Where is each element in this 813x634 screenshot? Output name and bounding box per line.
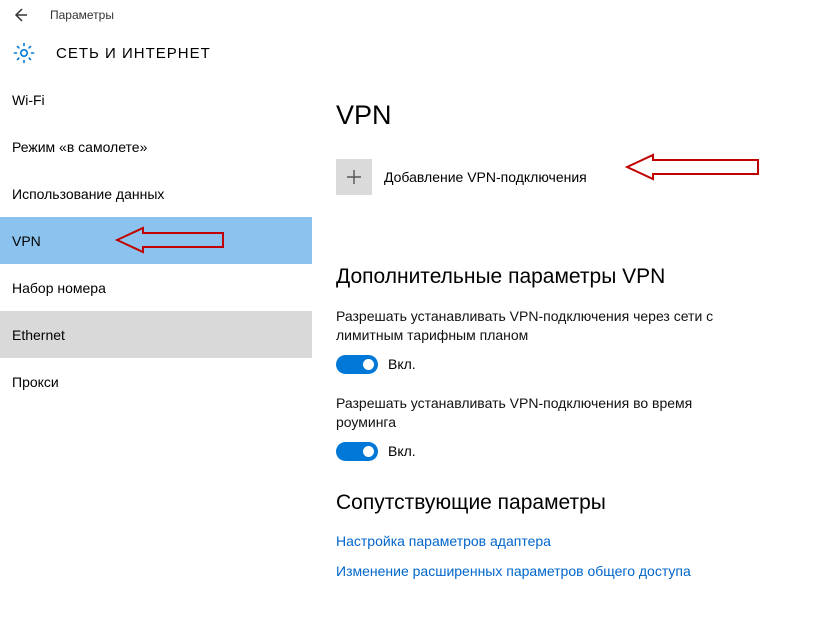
content-pane: VPN Добавление VPN-подключения Дополните… bbox=[312, 76, 813, 634]
sidebar-item-airplane[interactable]: Режим «в самолете» bbox=[0, 123, 312, 170]
toggle-roaming-state: Вкл. bbox=[388, 443, 416, 459]
toggle-metered-state: Вкл. bbox=[388, 356, 416, 372]
sidebar-item-label: Ethernet bbox=[12, 327, 65, 343]
plus-icon bbox=[336, 159, 372, 195]
sidebar-item-wifi[interactable]: Wi-Fi bbox=[0, 76, 312, 123]
link-sharing-settings[interactable]: Изменение расширенных параметров общего … bbox=[336, 563, 789, 579]
window-title: Параметры bbox=[50, 8, 114, 22]
toggle-metered[interactable] bbox=[336, 355, 378, 374]
back-button[interactable] bbox=[8, 3, 32, 27]
sidebar-item-vpn[interactable]: VPN bbox=[0, 217, 312, 264]
sidebar: Wi-Fi Режим «в самолете» Использование д… bbox=[0, 76, 312, 634]
sidebar-item-datausage[interactable]: Использование данных bbox=[0, 170, 312, 217]
page-title: СЕТЬ И ИНТЕРНЕТ bbox=[56, 45, 211, 62]
link-adapter-settings[interactable]: Настройка параметров адаптера bbox=[336, 533, 789, 549]
sidebar-item-label: Wi-Fi bbox=[12, 92, 45, 108]
content-heading: VPN bbox=[336, 100, 789, 131]
sidebar-item-proxy[interactable]: Прокси bbox=[0, 358, 312, 405]
gear-icon bbox=[10, 39, 38, 67]
add-vpn-button[interactable]: Добавление VPN-подключения bbox=[336, 159, 789, 195]
option-roaming-desc: Разрешать устанавливать VPN-подключения … bbox=[336, 394, 736, 432]
arrow-left-icon bbox=[12, 7, 28, 23]
sidebar-item-dialup[interactable]: Набор номера bbox=[0, 264, 312, 311]
related-heading: Сопутствующие параметры bbox=[336, 491, 789, 515]
sidebar-item-ethernet[interactable]: Ethernet bbox=[0, 311, 312, 358]
sidebar-item-label: Набор номера bbox=[12, 280, 106, 296]
sidebar-item-label: VPN bbox=[12, 233, 41, 249]
toggle-roaming[interactable] bbox=[336, 442, 378, 461]
sidebar-item-label: Использование данных bbox=[12, 186, 164, 202]
sidebar-item-label: Режим «в самолете» bbox=[12, 139, 147, 155]
sidebar-item-label: Прокси bbox=[12, 374, 59, 390]
add-vpn-label: Добавление VPN-подключения bbox=[384, 169, 587, 185]
option-metered-desc: Разрешать устанавливать VPN-подключения … bbox=[336, 307, 736, 345]
advanced-heading: Дополнительные параметры VPN bbox=[336, 265, 789, 289]
